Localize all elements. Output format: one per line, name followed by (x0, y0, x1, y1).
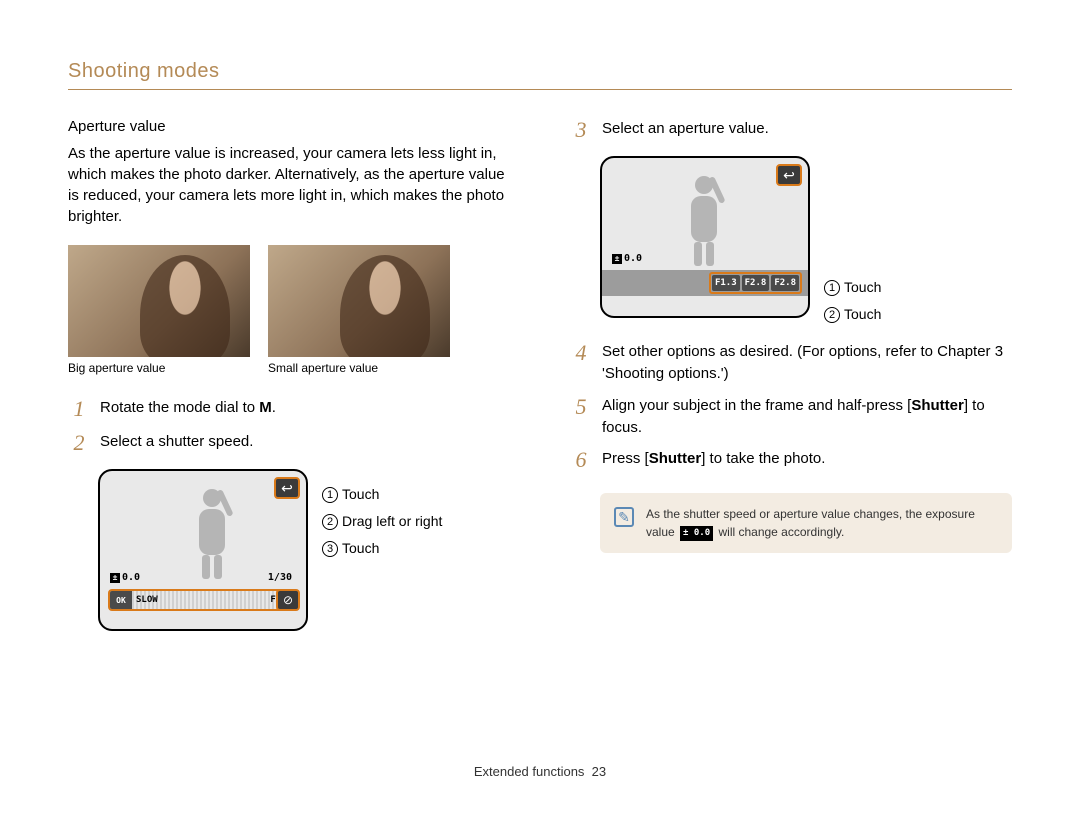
camera-screen-aperture: ↩ ± 0.0 F1.3 F2.8 F2.8 (600, 156, 810, 318)
circled-1-icon: 1 (824, 280, 840, 296)
mode-m-icon: M (259, 399, 272, 416)
aperture-option[interactable]: F1.3 (712, 275, 740, 291)
callout-2: 2Drag left or right (322, 508, 442, 535)
ev-badge-value: 0.0 (694, 528, 710, 538)
step-5-text: Align your subject in the frame and half… (602, 395, 1012, 439)
step-number: 2 (68, 431, 90, 455)
step-1-text: Rotate the mode dial to M. (100, 397, 276, 419)
aperture-option[interactable]: F2.8 (771, 275, 799, 291)
callout-3: 3Touch (322, 535, 442, 562)
circled-1-icon: 1 (322, 487, 338, 503)
page-header: Shooting modes (68, 60, 1012, 90)
step-2-text: Select a shutter speed. (100, 431, 253, 453)
ev-icon-inline: ± (683, 528, 688, 538)
shutter-speed-slider[interactable]: OK SLOW FAST (108, 589, 298, 611)
shutter-keyword: Shutter (649, 450, 702, 467)
ev-readout: ± 0.0 (612, 253, 642, 264)
callout-3-text: Touch (342, 540, 379, 556)
ev-readout: ± 0.0 (110, 572, 140, 583)
callout-1: 1Touch (824, 274, 881, 301)
footer-section: Extended functions (474, 764, 585, 779)
slow-label: SLOW (136, 595, 158, 605)
step-3-text: Select an aperture value. (602, 118, 769, 140)
step-4: 4 Set other options as desired. (For opt… (570, 341, 1012, 385)
callout-2: 2Touch (824, 301, 881, 328)
shutter-value: 1/30 (268, 572, 292, 583)
ok-button[interactable]: OK (110, 591, 132, 609)
lock-icon[interactable]: ⊘ (276, 589, 300, 611)
aperture-value-selector[interactable]: F1.3 F2.8 F2.8 (709, 272, 802, 294)
subject-silhouette-icon (182, 489, 242, 579)
callout-1-text: Touch (342, 486, 379, 502)
ev-badge-icon: ± 0.0 (680, 526, 713, 542)
example-small-aperture: Small aperture value (268, 245, 450, 375)
ev-value: 0.0 (122, 572, 140, 583)
circled-3-icon: 3 (322, 541, 338, 557)
aperture-option[interactable]: F2.8 (742, 275, 770, 291)
callout-2-text: Touch (844, 306, 881, 322)
screen-1-callouts: 1Touch 2Drag left or right 3Touch (322, 481, 442, 631)
caption-small-aperture: Small aperture value (268, 361, 450, 375)
callout-1: 1Touch (322, 481, 442, 508)
screen-1-wrap: ↩ ± 0.0 1/30 OK SLOW FAST (98, 469, 510, 631)
step-2: 2 Select a shutter speed. (68, 431, 510, 455)
slider-track[interactable]: SLOW FAST (132, 591, 296, 609)
circled-2-icon: 2 (322, 514, 338, 530)
step-5: 5 Align your subject in the frame and ha… (570, 395, 1012, 439)
ev-value: 0.0 (624, 253, 642, 264)
back-icon[interactable]: ↩ (274, 477, 300, 499)
content-columns: Aperture value As the aperture value is … (68, 118, 1012, 631)
callout-2-text: Drag left or right (342, 513, 442, 529)
footer-page-number: 23 (592, 764, 606, 779)
step-6-post: ] to take the photo. (701, 450, 825, 467)
step-3: 3 Select an aperture value. (570, 118, 1012, 142)
ev-icon: ± (612, 254, 622, 264)
screen-2-wrap: ↩ ± 0.0 F1.3 F2.8 F2.8 1Touch 2Touc (600, 156, 1012, 327)
circled-2-icon: 2 (824, 307, 840, 323)
aperture-subhead: Aperture value (68, 118, 510, 135)
note-text: As the shutter speed or aperture value c… (646, 505, 998, 542)
step-4-text: Set other options as desired. (For optio… (602, 341, 1012, 385)
step-1-pre: Rotate the mode dial to (100, 399, 259, 416)
subject-silhouette-icon (674, 176, 734, 266)
step-number: 5 (570, 395, 592, 419)
photo-big-aperture (68, 245, 250, 357)
step-6-text: Press [Shutter] to take the photo. (602, 448, 825, 470)
camera-screen-shutter: ↩ ± 0.0 1/30 OK SLOW FAST (98, 469, 308, 631)
caption-big-aperture: Big aperture value (68, 361, 250, 375)
aperture-body-text: As the aperture value is increased, your… (68, 143, 510, 227)
step-1-post: . (272, 399, 276, 416)
header-rule (68, 89, 1012, 90)
note-info-icon: ✎ (614, 507, 634, 527)
page-footer: Extended functions 23 (0, 764, 1080, 779)
step-5-pre: Align your subject in the frame and half… (602, 397, 911, 414)
step-number: 6 (570, 448, 592, 472)
step-1: 1 Rotate the mode dial to M. (68, 397, 510, 421)
callout-1-text: Touch (844, 279, 881, 295)
ev-icon: ± (110, 573, 120, 583)
step-6-pre: Press [ (602, 450, 649, 467)
example-big-aperture: Big aperture value (68, 245, 250, 375)
steps-left: 1 Rotate the mode dial to M. 2 Select a … (68, 397, 510, 455)
note-post: will change accordingly. (718, 525, 844, 539)
right-column: 3 Select an aperture value. ↩ ± 0.0 F1.3… (570, 118, 1012, 631)
back-icon[interactable]: ↩ (776, 164, 802, 186)
screen-2-callouts: 1Touch 2Touch (824, 274, 881, 327)
section-title: Shooting modes (68, 60, 1012, 83)
example-photo-row: Big aperture value Small aperture value (68, 245, 510, 375)
step-number: 3 (570, 118, 592, 142)
shutter-readout: 1/30 (268, 572, 292, 583)
step-number: 4 (570, 341, 592, 365)
note-box: ✎ As the shutter speed or aperture value… (600, 493, 1012, 554)
left-column: Aperture value As the aperture value is … (68, 118, 510, 631)
shutter-keyword: Shutter (911, 397, 964, 414)
step-number: 1 (68, 397, 90, 421)
step-6: 6 Press [Shutter] to take the photo. (570, 448, 1012, 472)
photo-small-aperture (268, 245, 450, 357)
